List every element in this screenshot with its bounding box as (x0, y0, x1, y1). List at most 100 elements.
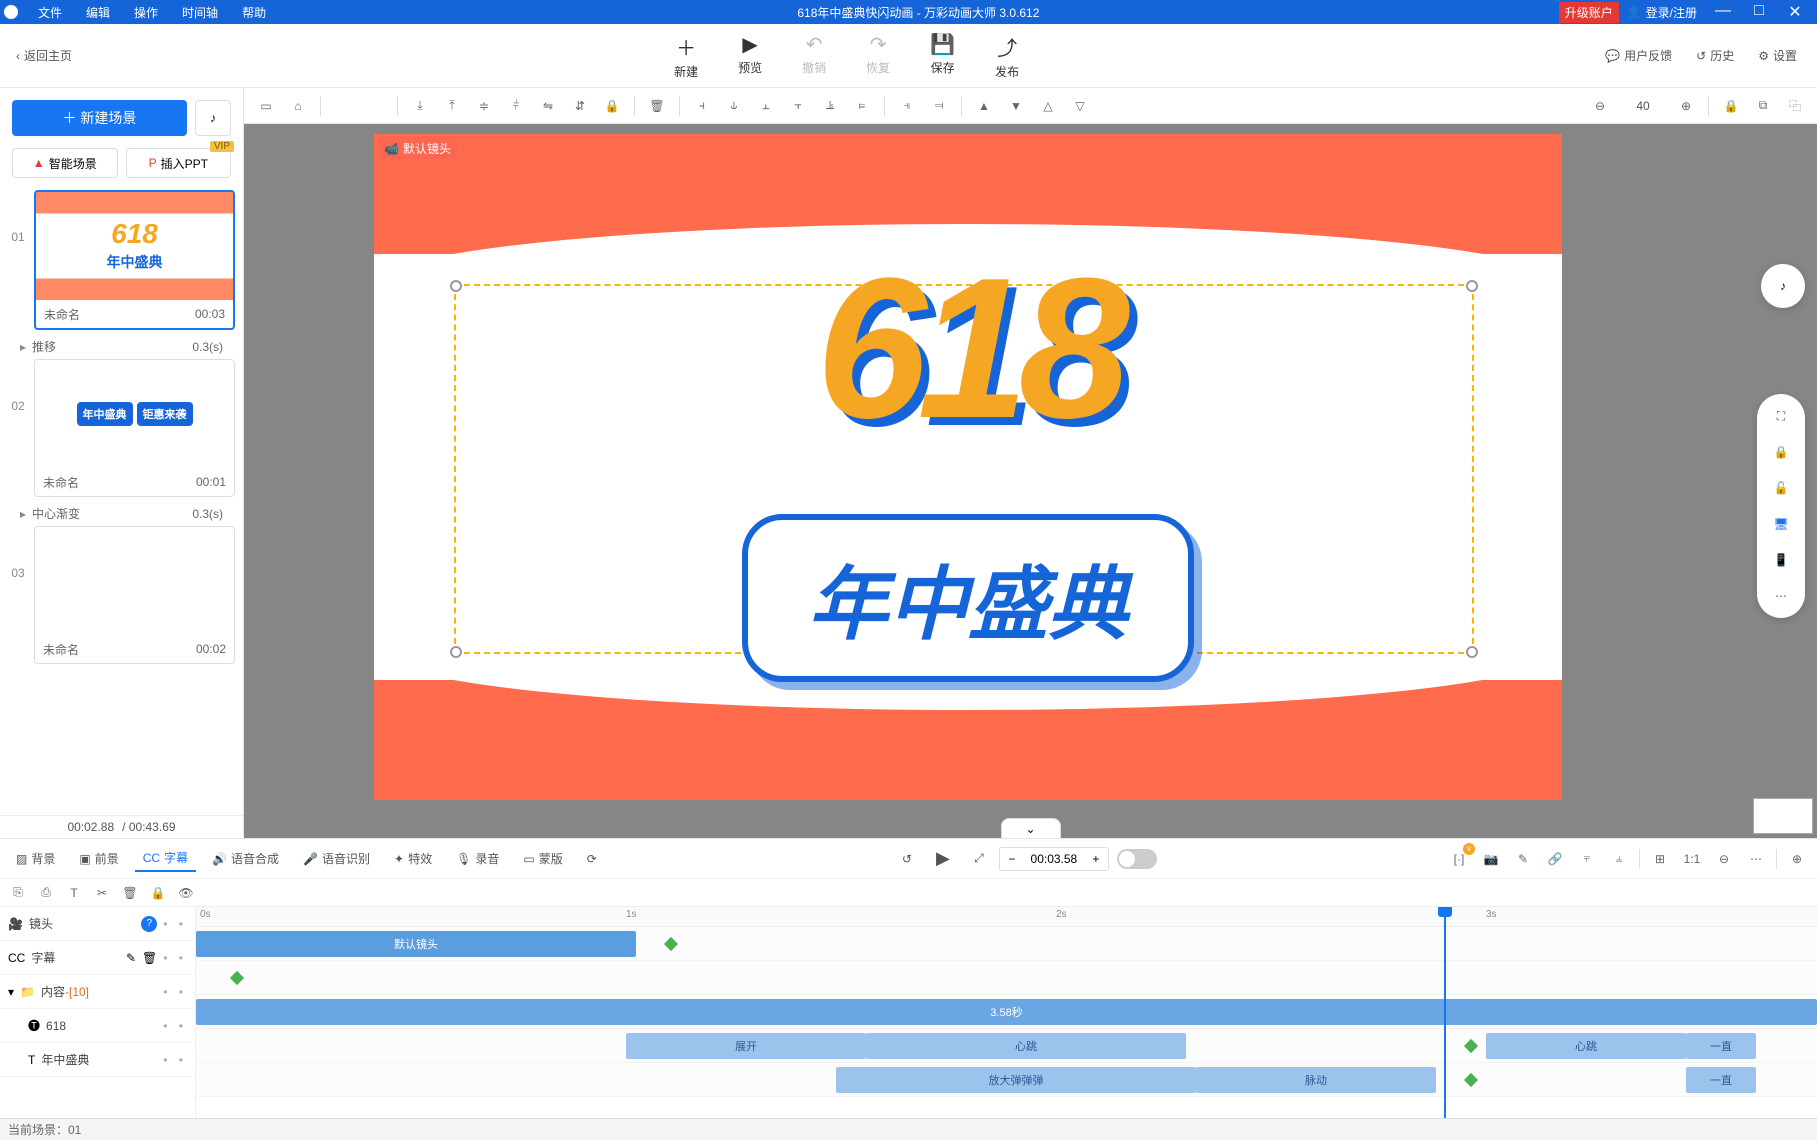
playhead[interactable] (1444, 907, 1446, 1118)
expand-button[interactable]: ⤢ (967, 847, 991, 871)
fullscreen-icon[interactable]: ⛶ (1771, 406, 1791, 426)
ratio-icon[interactable]: 1:1 (1680, 847, 1704, 871)
delete-icon[interactable]: 🗑 (643, 92, 671, 120)
canvas-stage[interactable]: 📹默认镜头 618 年中盛典 ♪ ⛶ 🔒 🔓 🖥 � (244, 124, 1817, 838)
track-row-content[interactable]: ▾ 📁 内容-[10] • • (0, 975, 195, 1009)
zoom-out-icon[interactable]: ⊖ (1586, 92, 1614, 120)
align-bottom-icon[interactable]: ⤓ (406, 92, 434, 120)
mobile-view-icon[interactable]: 📱 (1771, 550, 1791, 570)
history-button[interactable]: ↺历史 (1696, 47, 1734, 64)
keyframe-diamond[interactable] (1464, 1073, 1478, 1087)
play-button[interactable]: ▶ (931, 847, 955, 871)
canvas-text-618[interactable]: 618 (816, 234, 1120, 464)
tab-background[interactable]: ▨背景 (8, 846, 63, 871)
remove-icon[interactable]: ⊖ (1712, 847, 1736, 871)
edit-icon[interactable]: ✎ (126, 951, 136, 965)
flip-v-icon[interactable]: ⇵ (566, 92, 594, 120)
trash-icon[interactable]: 🗑 (120, 883, 140, 903)
preview-button[interactable]: ▶预览 (738, 32, 762, 80)
backward-icon[interactable]: ▽ (1066, 92, 1094, 120)
menu-timeline[interactable]: 时间轴 (170, 4, 230, 21)
adjust-icon[interactable]: ⫨ (1607, 847, 1631, 871)
timeline-ruler[interactable]: 0s 1s 2s 3s (196, 907, 1817, 927)
mini-map[interactable] (1753, 798, 1813, 834)
zoom-in-icon[interactable]: ⊕ (1672, 92, 1700, 120)
keyframe-diamond[interactable] (664, 937, 678, 951)
expand-timeline-handle[interactable]: ⌄ (1001, 818, 1061, 838)
login-button[interactable]: 👤 登录/注册 (1627, 4, 1697, 21)
canvas-text-sub[interactable]: 年中盛典 (742, 514, 1194, 682)
redo-button[interactable]: ↷恢复 (866, 32, 890, 80)
timeline-tracks[interactable]: 0s 1s 2s 3s 默认镜头 3.58秒 (196, 907, 1817, 1118)
add-track-icon[interactable]: ⊕ (1785, 847, 1809, 871)
send-back-icon[interactable]: ▼ (1002, 92, 1030, 120)
align-hcenter-icon[interactable]: ⫝ (720, 92, 748, 120)
camera-tool-icon[interactable]: 📷 (1479, 847, 1503, 871)
transition-row[interactable]: ▸中心渐变0.3(s) (8, 501, 235, 526)
tab-tts[interactable]: 🔊语音合成 (204, 846, 287, 871)
maximize-button[interactable]: □ (1741, 2, 1777, 22)
info-icon[interactable]: ? (141, 916, 157, 932)
align-vtop-icon[interactable]: ⫟ (784, 92, 812, 120)
menu-action[interactable]: 操作 (122, 4, 170, 21)
upgrade-button[interactable]: 升级账户 (1559, 2, 1619, 23)
time-minus-button[interactable]: − (1000, 848, 1024, 870)
scene-music-button[interactable]: ♪ (195, 100, 231, 136)
clip[interactable]: 心跳 (866, 1033, 1186, 1059)
clip[interactable]: 放大弹弹弹 (836, 1067, 1196, 1093)
music-float-button[interactable]: ♪ (1761, 264, 1805, 308)
keyframe-icon[interactable]: [·]v (1447, 847, 1471, 871)
edit-tool-icon[interactable]: ✎ (1511, 847, 1535, 871)
time-plus-button[interactable]: + (1084, 848, 1108, 870)
resize-handle[interactable] (450, 646, 462, 658)
minimize-button[interactable]: — (1705, 2, 1741, 22)
menu-edit[interactable]: 编辑 (74, 4, 122, 21)
resize-handle[interactable] (1466, 280, 1478, 292)
unlock-view-icon[interactable]: 🔓 (1771, 478, 1791, 498)
track-row-subtitle[interactable]: CC 字幕 ✎ 🗑 • • (0, 941, 195, 975)
clip[interactable]: 一直 (1686, 1033, 1756, 1059)
transition-row[interactable]: ▸推移0.3(s) (8, 334, 235, 359)
lock-view-icon[interactable]: 🔒 (1771, 442, 1791, 462)
resize-handle[interactable] (450, 280, 462, 292)
text-icon[interactable]: T (64, 883, 84, 903)
refresh-button[interactable]: ⟳ (579, 848, 605, 870)
tab-effects[interactable]: ✦特效 (386, 846, 440, 871)
bring-front-icon[interactable]: ▲ (970, 92, 998, 120)
save-button[interactable]: 💾保存 (930, 32, 955, 80)
tab-subtitles[interactable]: CC字幕 (135, 845, 196, 872)
distribute-v-icon[interactable]: ⫤ (925, 92, 953, 120)
publish-button[interactable]: ⤴发布 (995, 32, 1019, 80)
track-row-sub[interactable]: T 年中盛典 • • (0, 1043, 195, 1077)
lock-track-icon[interactable]: 🔒 (148, 883, 168, 903)
tab-mask[interactable]: ▭蒙版 (515, 846, 570, 871)
feedback-button[interactable]: 💬用户反馈 (1605, 47, 1672, 64)
settings-button[interactable]: ⚙设置 (1758, 47, 1797, 64)
keyframe-diamond[interactable] (230, 971, 244, 985)
cut-icon[interactable]: ✂ (92, 883, 112, 903)
pointer-tool-icon[interactable]: ▭ (252, 92, 280, 120)
insert-ppt-button[interactable]: P插入PPTVIP (126, 148, 232, 178)
align-top-icon[interactable]: ⤒ (438, 92, 466, 120)
track-row-camera[interactable]: 🎥 镜头 ? • • (0, 907, 195, 941)
new-scene-button[interactable]: ＋ 新建场景 (12, 100, 187, 136)
filter-icon[interactable]: ⫧ (1575, 847, 1599, 871)
toggle-switch[interactable] (1117, 849, 1157, 869)
import-icon[interactable]: ⎘ (8, 883, 28, 903)
align-vcenter-icon[interactable]: ⫡ (816, 92, 844, 120)
lock-canvas-icon[interactable]: 🔒 (1717, 92, 1745, 120)
rewind-button[interactable]: ↺ (895, 847, 919, 871)
clip[interactable]: 心跳 (1486, 1033, 1686, 1059)
tab-record[interactable]: 🎙录音 (448, 846, 507, 871)
visibility-icon[interactable]: 👁 (176, 883, 196, 903)
align-left-icon[interactable]: ⫞ (688, 92, 716, 120)
menu-help[interactable]: 帮助 (230, 4, 278, 21)
align-right-icon[interactable]: ⫠ (752, 92, 780, 120)
canvas[interactable]: 📹默认镜头 618 年中盛典 (374, 134, 1562, 800)
trash-icon[interactable]: 🗑 (142, 951, 157, 965)
chevron-down-icon[interactable]: ▾ (8, 985, 14, 999)
desktop-view-icon[interactable]: 🖥 (1771, 514, 1791, 534)
clip-camera[interactable]: 默认镜头 (196, 931, 636, 957)
add-marker-icon[interactable]: ⊞ (1648, 847, 1672, 871)
export-icon[interactable]: ⎙ (36, 883, 56, 903)
